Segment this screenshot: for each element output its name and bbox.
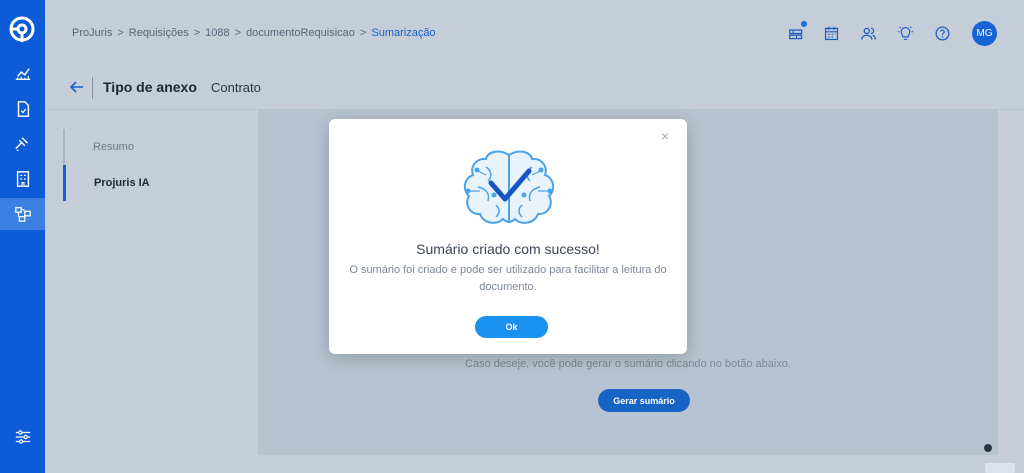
breadcrumb-separator: > — [117, 27, 124, 39]
title-divider — [92, 77, 93, 99]
settings-sliders-icon — [15, 430, 30, 444]
page-title-bar: Tipo de anexo Contrato — [45, 66, 1024, 110]
sidebar-item-documents[interactable] — [0, 93, 45, 125]
sidebar-item-dashboard[interactable] — [0, 57, 45, 89]
ok-button[interactable]: Ok — [475, 316, 548, 338]
sidebar-item-processes[interactable] — [0, 128, 45, 160]
projuris-logo-icon[interactable] — [6, 14, 38, 46]
breadcrumb-separator: > — [359, 27, 367, 39]
page-subtitle: Contrato — [211, 80, 261, 95]
dashboard-icon — [788, 28, 802, 39]
notification-dot — [801, 21, 807, 27]
modal-title: Sumário criado com sucesso! — [416, 241, 600, 257]
close-icon[interactable]: × — [658, 129, 672, 143]
document-icon — [17, 101, 29, 117]
generate-summary-button[interactable]: Gerar sumário — [598, 389, 690, 412]
sidebar-item-settings[interactable] — [0, 421, 45, 453]
calendar-icon — [824, 26, 838, 40]
page-title: Tipo de anexo — [103, 79, 197, 95]
sidebar-item-company[interactable] — [0, 163, 45, 195]
breadcrumb: ProJuris > Requisições > 1088 > document… — [72, 27, 436, 39]
empty-state-subtitle: Caso deseje, você pode gerar o sumário c… — [465, 358, 791, 370]
breadcrumb-item[interactable]: documentoRequisicao — [246, 27, 355, 39]
back-arrow-icon[interactable] — [69, 79, 85, 95]
users-button[interactable] — [855, 20, 881, 46]
success-modal: × Sumário criado com sucesso! O sumário … — [329, 119, 687, 354]
brain-check-icon — [463, 150, 555, 224]
breadcrumb-current: Sumarização — [371, 27, 436, 39]
section-nav: Resumo Projuris IA — [45, 110, 258, 455]
breadcrumb-separator: > — [234, 27, 242, 39]
help-button[interactable] — [929, 20, 955, 46]
help-icon — [934, 25, 950, 41]
sidebar — [0, 0, 50, 473]
scroll-dot[interactable] — [984, 444, 992, 452]
avatar[interactable]: MG — [972, 21, 997, 46]
corner-widget[interactable] — [985, 463, 1015, 473]
users-icon — [860, 27, 876, 40]
breadcrumb-item[interactable]: Requisições — [129, 27, 189, 39]
dashboard-button[interactable] — [783, 20, 809, 46]
lightbulb-icon — [897, 25, 913, 40]
chart-icon — [15, 68, 30, 81]
nav-item-resumo[interactable]: Resumo — [63, 129, 243, 165]
nav-item-projuris-ia[interactable]: Projuris IA — [63, 165, 243, 201]
workflow-icon — [14, 207, 31, 222]
breadcrumb-item[interactable]: 1088 — [205, 27, 229, 39]
breadcrumb-separator: > — [193, 27, 201, 39]
building-icon — [16, 171, 29, 187]
calendar-button[interactable] — [818, 20, 844, 46]
sidebar-item-workflow[interactable] — [0, 198, 45, 230]
top-header: ProJuris > Requisições > 1088 > document… — [45, 0, 1024, 66]
ideas-button[interactable] — [892, 20, 918, 46]
gavel-icon — [14, 137, 28, 152]
modal-message: O sumário foi criado e pode ser utilizad… — [349, 264, 667, 293]
breadcrumb-item[interactable]: ProJuris — [72, 27, 112, 39]
